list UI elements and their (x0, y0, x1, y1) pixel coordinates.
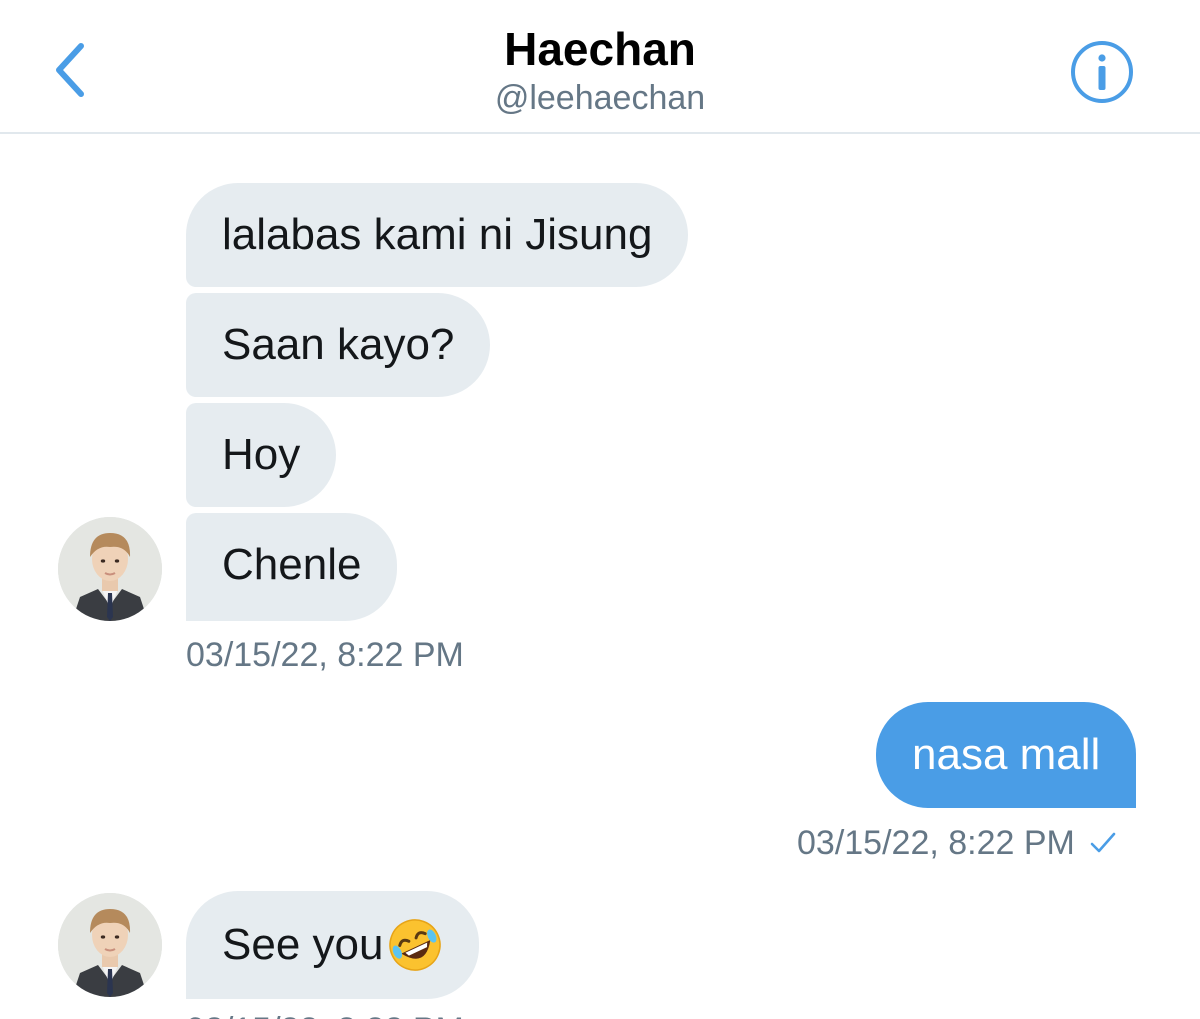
contact-handle: @leehaechan (494, 79, 706, 117)
contact-name: Haechan (504, 23, 696, 75)
outgoing-message[interactable]: nasa mall (876, 702, 1137, 808)
contact-avatar[interactable] (58, 517, 162, 621)
checkmark-icon (1090, 832, 1116, 853)
message-timestamp: 03/15/22, 8:22 PM (186, 636, 464, 674)
info-icon (1071, 41, 1133, 103)
message-timestamp: 03/15/22, 8:22 PM (797, 824, 1075, 862)
avatar-photo (58, 893, 162, 997)
conversation-header: Haechan @leehaechan (0, 0, 1200, 134)
conversation-title-block[interactable]: Haechan @leehaechan (0, 20, 1200, 118)
message-text: See you (222, 920, 384, 969)
message-timestamp: 03/15/22, 8:22 PM (186, 1010, 464, 1019)
conversation-info-button[interactable] (1068, 38, 1136, 106)
incoming-message[interactable]: Chenle (186, 513, 398, 621)
incoming-message[interactable]: Saan kayo? (186, 293, 491, 397)
incoming-message[interactable]: See you (186, 891, 480, 999)
sent-status: 03/15/22, 8:22 PM (797, 823, 1117, 863)
rolling-on-the-floor-laughing-emoji (389, 919, 442, 971)
incoming-message[interactable]: lalabas kami ni Jisung (186, 183, 689, 287)
avatar-photo (58, 517, 162, 621)
contact-avatar[interactable] (58, 893, 162, 997)
incoming-message[interactable]: Hoy (186, 403, 337, 507)
